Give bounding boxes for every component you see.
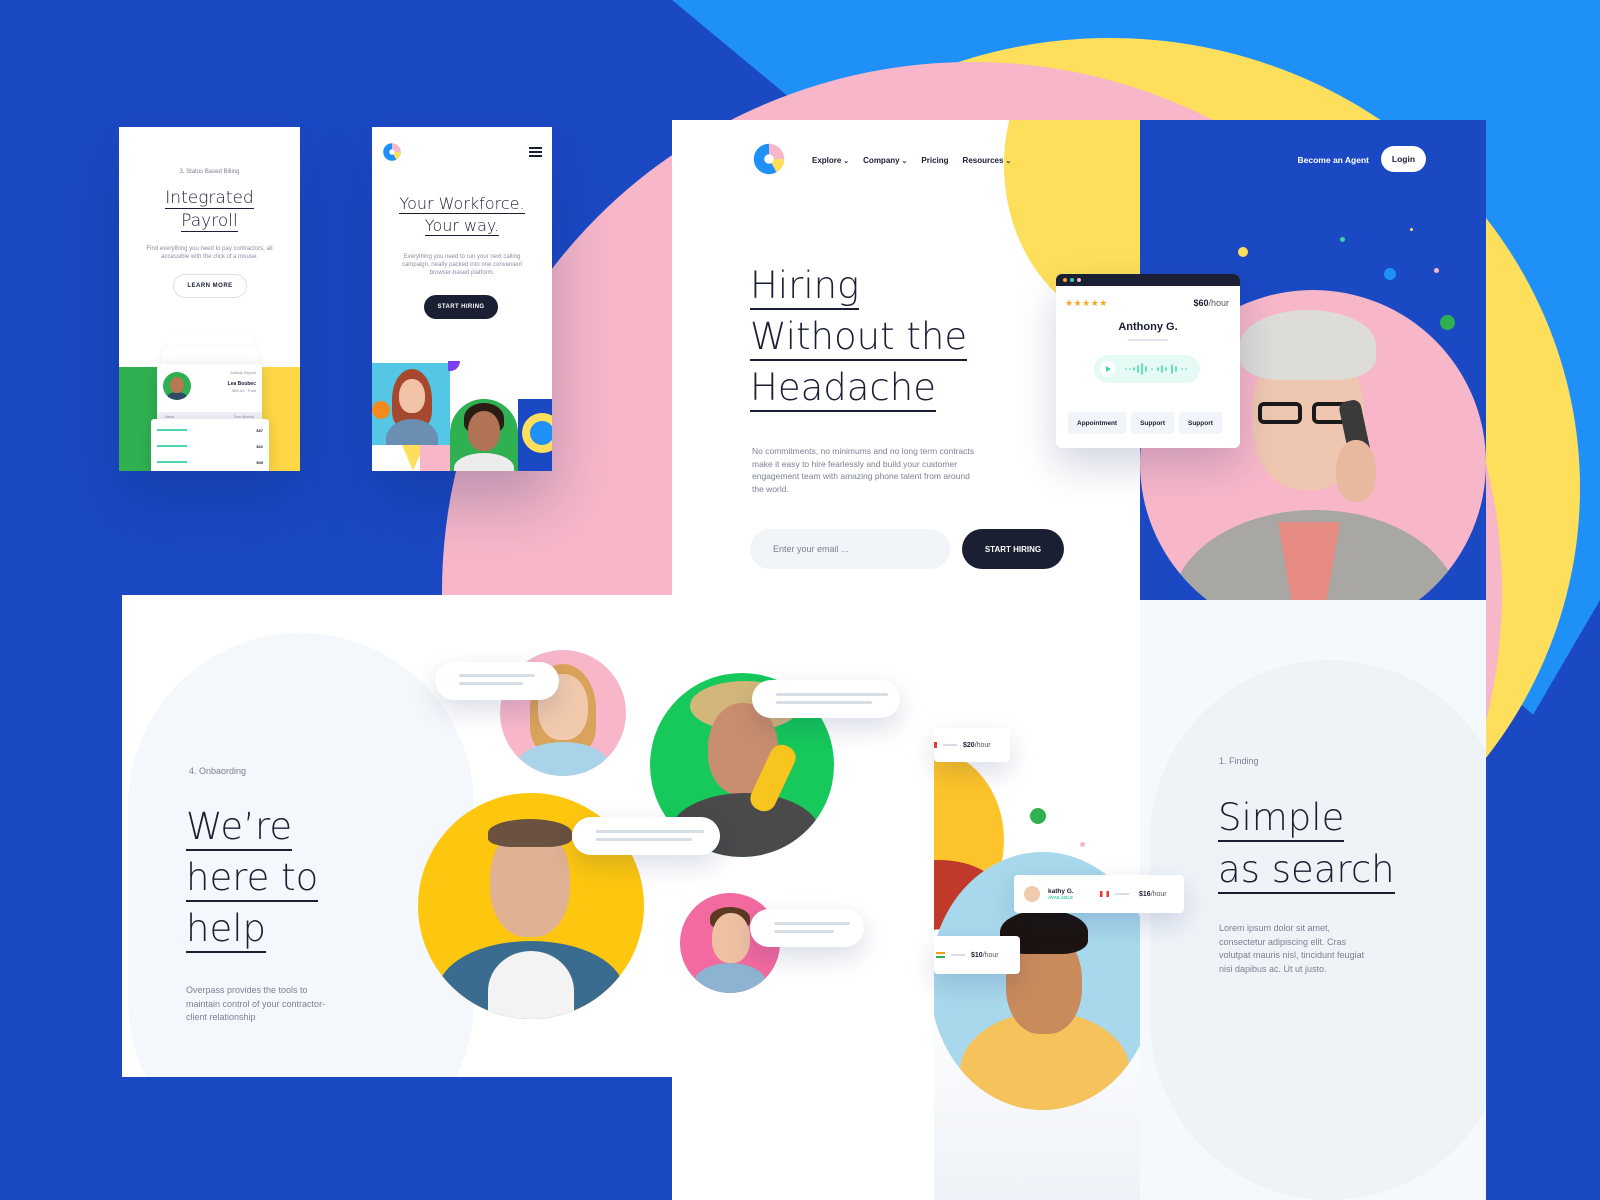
nav-pricing[interactable]: Pricing: [921, 156, 948, 165]
activity-report-card: Activity Report Lea Boubec $60.00 · Paid…: [157, 364, 262, 424]
agent-rate: $60/hour: [1193, 298, 1229, 308]
skill-tags: Appointment Support Support: [1068, 412, 1222, 434]
report-name: Lea Boubec: [227, 381, 256, 387]
learn-more-button[interactable]: LEARN MORE: [173, 274, 247, 298]
agent-name: Anthony G.: [1118, 321, 1178, 333]
workforce-description: Everything you need to run your next cal…: [401, 254, 523, 276]
tag-support[interactable]: Support: [1131, 412, 1174, 434]
flower-decoration: [372, 401, 390, 419]
mobile-workforce-screen: Your Workforce. Your way. Everything you…: [372, 127, 552, 471]
start-hiring-button[interactable]: START HIRING: [962, 529, 1064, 569]
flag-icon: [934, 742, 937, 748]
confetti-dot: [1080, 842, 1085, 847]
chat-bubble: [435, 662, 559, 700]
window-titlebar: [1056, 274, 1240, 286]
onboarding-description: Overpass provides the tools to maintain …: [186, 985, 326, 1022]
kathy-name: kathy G.: [1048, 888, 1074, 895]
hero-title: Hiring Without the Headache: [750, 260, 968, 413]
tag-support[interactable]: Support: [1179, 412, 1222, 434]
workforce-title: Your Workforce. Your way.: [399, 194, 525, 236]
onboarding-step-label: 4. Onbaording: [189, 766, 247, 776]
start-hiring-button[interactable]: START HIRING: [424, 295, 498, 319]
main-nav: Explore Company Pricing Resources: [812, 156, 1011, 165]
rating-stars-icon: ★★★★★: [1065, 298, 1108, 308]
confetti-dot: [1434, 268, 1439, 273]
hero-description: No commitments, no minimums and no long …: [752, 446, 975, 494]
onboarding-section: 4. Onbaording We’re here to help Overpas…: [122, 595, 934, 1077]
status-badge: AVAILABLE: [1048, 895, 1074, 900]
mobile-payroll-screen: 3. Status Based Billing Integrated Payro…: [119, 127, 300, 471]
payroll-table: $37 $22 $39: [151, 419, 269, 471]
confetti-dot: [1384, 268, 1396, 280]
login-button[interactable]: Login: [1381, 146, 1426, 172]
payroll-description: Find everything you need to pay contract…: [146, 246, 273, 260]
audio-player[interactable]: [1094, 355, 1200, 383]
pink-block: [420, 445, 450, 471]
onboarding-title: We’re here to help: [186, 801, 319, 954]
confetti-dot: [1238, 247, 1248, 257]
chat-bubble: [572, 817, 720, 855]
play-icon[interactable]: [1100, 361, 1116, 377]
purple-shape: [448, 361, 460, 371]
blue-arc: [518, 399, 552, 471]
rate-pill[interactable]: $10/hour: [934, 936, 1020, 974]
hamburger-icon[interactable]: [529, 147, 542, 159]
nav-resources[interactable]: Resources: [963, 156, 1012, 165]
avatar: [163, 372, 191, 400]
confetti-dot: [1340, 237, 1345, 242]
flag-icon: [1100, 891, 1109, 897]
report-subtitle: $60.00 · Paid: [232, 388, 256, 393]
brand-logo[interactable]: [381, 141, 403, 163]
chat-bubble: [752, 680, 900, 718]
photo-man-smiling: [450, 399, 518, 471]
finding-step-label: 1. Finding: [1219, 756, 1259, 766]
report-title: Activity Report: [230, 370, 256, 375]
table-row: $22: [151, 439, 269, 453]
nav-company[interactable]: Company: [863, 156, 907, 165]
avatar: [1024, 886, 1040, 902]
finding-section: 1. Finding Simple as search Lorem ipsum …: [1140, 600, 1486, 1200]
become-agent-link[interactable]: Become an Agent: [1298, 155, 1369, 165]
flag-icon: [936, 952, 945, 958]
table-row: $37: [151, 423, 269, 437]
confetti-dot: [1030, 808, 1046, 824]
brand-logo[interactable]: [750, 140, 788, 178]
rate-pill[interactable]: $20/hour: [934, 728, 1010, 762]
payroll-title: Integrated Payroll: [165, 188, 254, 232]
divider: [1128, 339, 1168, 341]
payroll-step-label: 3. Status Based Billing: [179, 169, 240, 175]
finding-description: Lorem ipsum dolor sit amet, consectetur …: [1219, 923, 1365, 974]
table-row: $39: [151, 455, 269, 469]
waveform-icon: [1125, 363, 1187, 375]
agent-profile-card[interactable]: ★★★★★ $60/hour Anthony G. Appointment Su…: [1056, 274, 1240, 448]
email-input[interactable]: [750, 529, 950, 569]
chat-bubble: [750, 909, 864, 947]
nav-explore[interactable]: Explore: [812, 156, 849, 165]
finding-title: Simple as search: [1218, 792, 1395, 896]
kathy-rate-card[interactable]: kathy G. AVAILABLE $16/hour: [1014, 875, 1184, 913]
confetti-dot: [1440, 315, 1455, 330]
confetti-dot: [1410, 228, 1413, 231]
tag-appointment[interactable]: Appointment: [1068, 412, 1127, 434]
